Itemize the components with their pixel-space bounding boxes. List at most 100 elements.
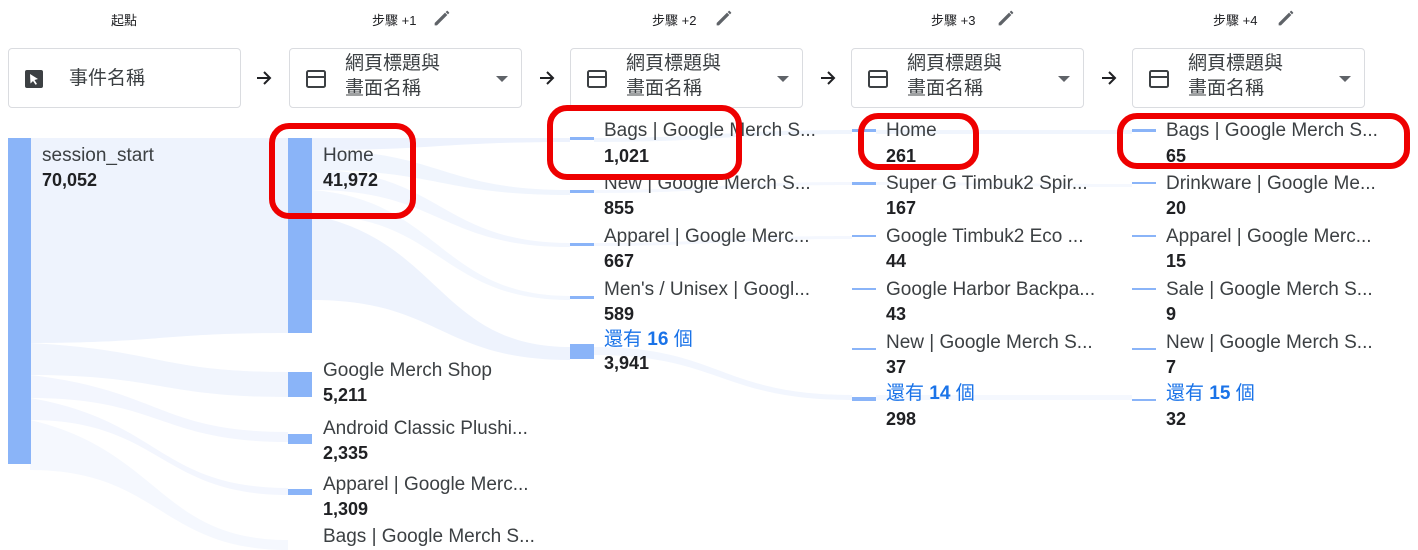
more-suffix: 個 [955, 383, 975, 404]
node-bar[interactable] [1132, 182, 1156, 184]
node-name: Apparel | Google Merc... [604, 226, 810, 247]
node-name: Google Timbuk2 Eco ... [886, 226, 1084, 247]
dropdown-label-line2: 畫面名稱 [626, 78, 703, 99]
arrow-right-icon [1102, 71, 1117, 85]
dropdown-label-line2: 畫面名稱 [1188, 78, 1265, 99]
table-icon [868, 70, 888, 88]
node-bar[interactable] [852, 235, 876, 237]
step-label-1: 步驟 +1 [372, 13, 417, 28]
node-value: 2,335 [323, 443, 369, 463]
node-name: New | Google Merch S... [886, 332, 1093, 353]
highlight-box [1117, 113, 1410, 169]
node-name: Apparel | Google Merc... [323, 474, 529, 495]
node-bar[interactable] [288, 434, 312, 444]
dropdown-label-line1: 網頁標題與 [626, 53, 722, 74]
node-name: New | Google Merch S... [1166, 332, 1373, 353]
node-bar[interactable] [852, 288, 876, 290]
step-label-start: 起點 [111, 13, 138, 28]
step-label-3: 步驟 +3 [931, 13, 976, 28]
node-value: 20 [1166, 198, 1187, 218]
node-bar[interactable] [852, 182, 876, 185]
more-suffix: 個 [673, 329, 693, 350]
edit-pencil-icon[interactable] [431, 7, 453, 29]
caret-down-icon [777, 76, 789, 82]
node-name: Android Classic Plushi... [323, 418, 528, 439]
node-value: 3,941 [604, 353, 650, 373]
more-nodes-link[interactable]: 還有 15 個 [1166, 383, 1255, 404]
more-count: 16 [647, 329, 669, 350]
caret-down-icon [1339, 76, 1351, 82]
node-bar[interactable] [852, 348, 876, 350]
node-name: Google Harbor Backpa... [886, 279, 1096, 300]
node-value: 44 [886, 251, 907, 271]
cursor-icon [25, 70, 43, 88]
node-value: 1,309 [323, 499, 369, 519]
node-value: 589 [604, 304, 635, 324]
caret-down-icon [496, 76, 508, 82]
node-bar[interactable] [570, 344, 594, 359]
more-prefix: 還有 [604, 329, 643, 350]
dropdown-label: 事件名稱 [69, 68, 146, 89]
node-value: 43 [886, 304, 907, 324]
dimension-dropdown-step-4[interactable]: 網頁標題與 畫面名稱 [1132, 48, 1365, 108]
node-bar[interactable] [1132, 399, 1156, 401]
table-icon [1149, 70, 1169, 88]
dropdown-label-line1: 網頁標題與 [907, 53, 1003, 74]
node-name: Bags | Google Merch S... [323, 526, 535, 547]
node-name: Super G Timbuk2 Spir... [886, 173, 1088, 194]
node-name: Google Merch Shop [323, 360, 492, 381]
more-count: 15 [1209, 383, 1231, 404]
node-value: 7 [1166, 357, 1177, 377]
more-prefix: 還有 [1166, 383, 1205, 404]
edit-pencil-icon[interactable] [1275, 7, 1297, 29]
node-bar[interactable] [570, 296, 594, 299]
node-bar[interactable] [1132, 348, 1156, 350]
node-value: 15 [1166, 251, 1187, 271]
highlight-box [269, 123, 416, 219]
edit-pencil-icon[interactable] [995, 7, 1017, 29]
node-value: 855 [604, 198, 635, 218]
node-value: 9 [1166, 304, 1177, 324]
node-bar[interactable] [1132, 235, 1156, 237]
caret-down-icon [1058, 76, 1070, 82]
dimension-dropdown-step-1[interactable]: 網頁標題與 畫面名稱 [289, 48, 522, 108]
step-label-4: 步驟 +4 [1213, 13, 1258, 28]
node-bar[interactable] [288, 372, 312, 397]
more-count: 14 [929, 383, 951, 404]
dropdown-label-line1: 網頁標題與 [345, 53, 441, 74]
dropdown-label-line2: 畫面名稱 [907, 78, 984, 99]
node-name: Sale | Google Merch S... [1166, 279, 1373, 300]
node-value: 167 [886, 198, 917, 218]
table-icon [587, 70, 607, 88]
dropdown-label-line2: 畫面名稱 [345, 78, 422, 99]
node-bar[interactable] [1132, 288, 1156, 290]
node-bar[interactable] [852, 397, 876, 401]
node-value: 37 [886, 357, 907, 377]
node-bar[interactable] [288, 489, 312, 495]
more-nodes-link[interactable]: 還有 16 個 [604, 329, 693, 350]
arrow-right-icon [821, 71, 836, 85]
node-value: 298 [886, 409, 917, 429]
node-bar[interactable] [570, 243, 594, 246]
node-value: 667 [604, 251, 635, 271]
node-bar[interactable] [8, 138, 31, 464]
node-name: Apparel | Google Merc... [1166, 226, 1372, 247]
table-icon [306, 70, 326, 88]
arrow-right-icon [540, 71, 555, 85]
dropdown-label-line1: 網頁標題與 [1188, 53, 1284, 74]
node-name: Men's / Unisex | Googl... [604, 279, 811, 300]
dimension-dropdown-step-3[interactable]: 網頁標題與 畫面名稱 [851, 48, 1084, 108]
highlight-box [547, 105, 742, 180]
dimension-dropdown-start[interactable]: 事件名稱 [8, 48, 241, 108]
edit-pencil-icon[interactable] [713, 7, 735, 29]
node-value: 32 [1166, 409, 1187, 429]
more-prefix: 還有 [886, 383, 925, 404]
arrow-right-icon [257, 71, 272, 85]
more-nodes-link[interactable]: 還有 14 個 [886, 383, 975, 404]
node-value: 5,211 [323, 385, 368, 405]
node-bar[interactable] [570, 190, 594, 193]
node-name: session_start [42, 145, 154, 166]
more-suffix: 個 [1235, 383, 1255, 404]
dimension-dropdown-step-2[interactable]: 網頁標題與 畫面名稱 [570, 48, 803, 108]
highlight-box [858, 113, 979, 170]
